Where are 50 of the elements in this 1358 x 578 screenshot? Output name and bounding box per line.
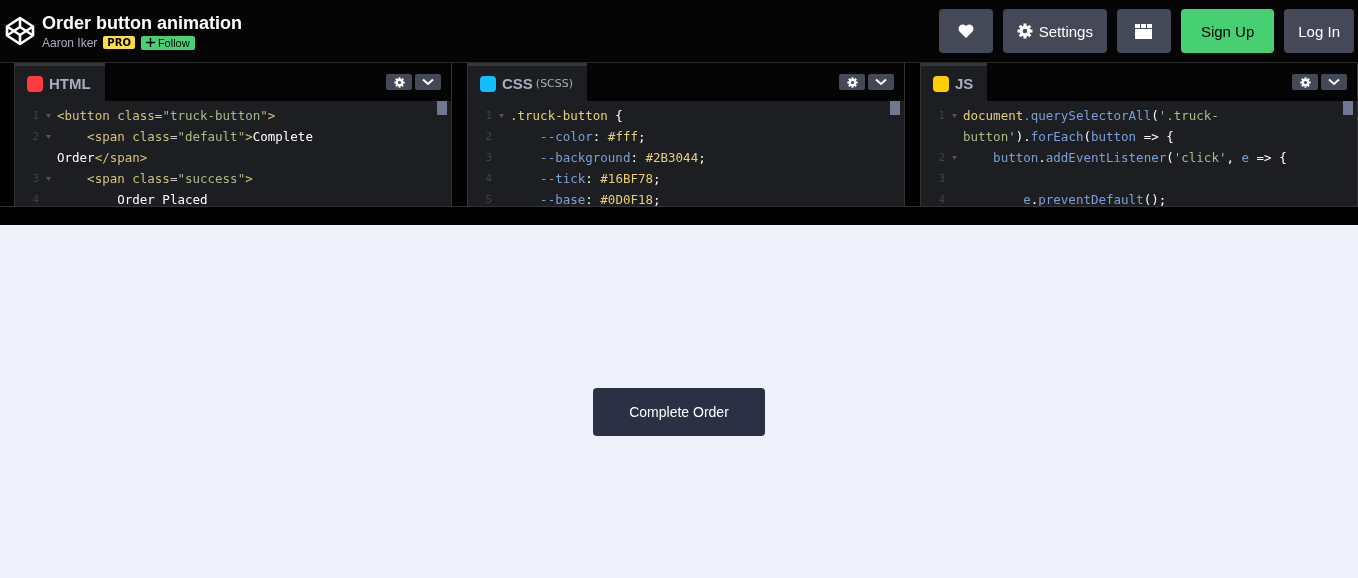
heart-icon — [957, 24, 974, 38]
code-line: <span class="success"> — [86, 171, 253, 186]
code-line: document.querySelectorAll('.truck- — [963, 108, 1219, 123]
language-icon — [27, 75, 43, 92]
layout-icon — [1135, 23, 1153, 39]
scrollbar-thumb[interactable] — [890, 101, 900, 115]
code-line: button.addEventListener('click', e => { — [992, 150, 1287, 165]
pro-badge: PRO — [103, 36, 135, 49]
layout-button[interactable] — [1116, 9, 1171, 53]
code-line: .truck-button { — [510, 108, 623, 123]
chevron-down-icon — [422, 78, 434, 86]
code-line: <button class="truck-button"> — [57, 108, 276, 123]
code-line: --color: #fff; — [539, 129, 646, 144]
settings-icon — [846, 76, 858, 88]
settings-button[interactable]: Settings — [1002, 9, 1107, 53]
editor-tab[interactable]: HTML — [15, 63, 105, 101]
code-line: Order Placed — [116, 192, 208, 206]
chevron-down-icon — [1328, 78, 1340, 86]
heart-button[interactable] — [938, 9, 993, 53]
editor-collapse-button[interactable] — [1321, 74, 1347, 90]
pen-title: Order button animation — [42, 12, 242, 34]
code-line: e.preventDefault(); — [1022, 192, 1167, 206]
scrollbar-thumb[interactable] — [1343, 101, 1353, 115]
settings-icon — [1299, 76, 1311, 88]
code-line: Order</span> — [57, 150, 148, 165]
editor-settings-button[interactable] — [386, 74, 412, 90]
editor-settings-button[interactable] — [839, 74, 865, 90]
editor-collapse-button[interactable] — [415, 74, 441, 90]
chevron-down-icon — [875, 78, 887, 86]
follow-button[interactable]: Follow — [140, 35, 195, 50]
editor-settings-button[interactable] — [1292, 74, 1318, 90]
logo-icon[interactable] — [4, 15, 36, 47]
code-line: --tick: #16BF78; — [539, 171, 661, 186]
code-line: <span class="default">Complete — [86, 129, 313, 144]
code-line: --background: #2B3044; — [539, 150, 706, 165]
complete-order-button[interactable]: Complete Order — [593, 387, 765, 436]
author-link[interactable]: Aaron Iker — [42, 35, 98, 50]
scrollbar-thumb[interactable] — [437, 101, 447, 115]
settings-icon — [1016, 23, 1033, 39]
language-icon — [933, 75, 949, 92]
log-in-button[interactable]: Log In — [1284, 9, 1354, 53]
language-icon — [480, 75, 496, 92]
code-line: --base: #0D0F18; — [539, 192, 661, 206]
editor-tab[interactable]: JS — [921, 63, 988, 101]
editor-tab[interactable]: CSS (SCSS) — [468, 63, 588, 101]
sign-up-button[interactable]: Sign Up — [1180, 9, 1275, 53]
settings-icon — [393, 76, 405, 88]
plus-icon — [145, 38, 155, 47]
editor-collapse-button[interactable] — [868, 74, 894, 90]
code-line: button').forEach(button => { — [963, 129, 1174, 144]
